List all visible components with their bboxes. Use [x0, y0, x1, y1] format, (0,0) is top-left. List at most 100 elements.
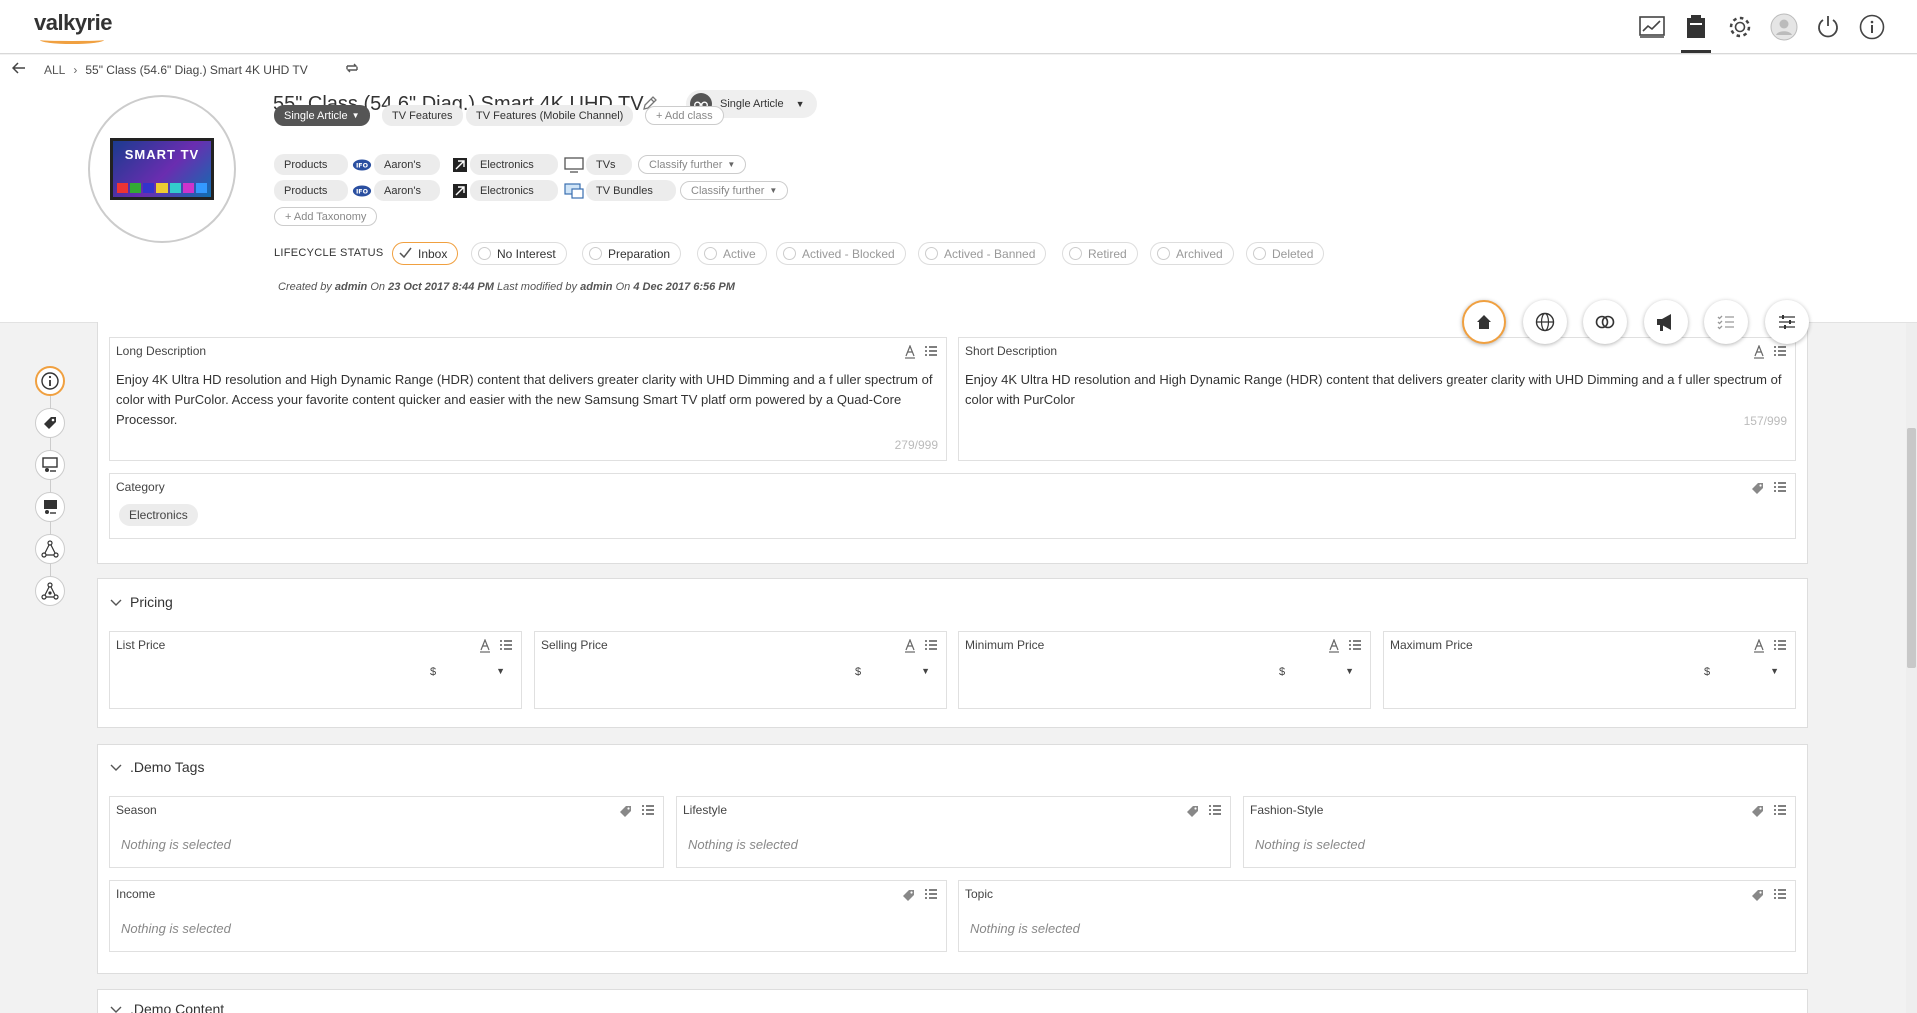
- currency-dropdown[interactable]: ▼: [921, 666, 930, 676]
- list-icon[interactable]: [1348, 639, 1362, 656]
- currency-dropdown[interactable]: ▼: [1345, 666, 1354, 676]
- list-icon[interactable]: [924, 639, 938, 656]
- home-tool-button[interactable]: [1462, 300, 1506, 344]
- lifecycle-status-active[interactable]: Active: [697, 242, 767, 265]
- lifecycle-status-deleted[interactable]: Deleted: [1246, 242, 1325, 265]
- tag-icon[interactable]: [1751, 804, 1765, 821]
- add-class-button[interactable]: + Add class: [645, 106, 724, 125]
- side-nav-relationships[interactable]: [35, 534, 65, 564]
- taxonomy-brand[interactable]: Aaron's: [374, 154, 440, 175]
- taxonomy-root[interactable]: Products: [274, 180, 348, 201]
- power-icon[interactable]: [1813, 12, 1843, 42]
- category-chip[interactable]: Electronics: [119, 504, 198, 526]
- add-taxonomy-button[interactable]: + Add Taxonomy: [274, 207, 378, 226]
- text-format-icon[interactable]: [1328, 638, 1340, 656]
- back-arrow-icon[interactable]: [11, 62, 26, 77]
- tag-icon[interactable]: [902, 888, 916, 905]
- lifecycle-status-archived[interactable]: Archived: [1150, 242, 1234, 265]
- text-format-icon[interactable]: [904, 638, 916, 656]
- lifecycle-status-actived-banned[interactable]: Actived - Banned: [918, 242, 1047, 265]
- currency-dropdown[interactable]: ▼: [496, 666, 505, 676]
- class-chip-primary[interactable]: Single Article ▼: [274, 105, 370, 126]
- megaphone-tool-button[interactable]: [1644, 300, 1688, 344]
- list-icon[interactable]: [499, 639, 513, 656]
- tag-icon[interactable]: [1186, 804, 1200, 821]
- classify-further-dropdown[interactable]: Classify further ▼: [638, 155, 747, 174]
- globe-tool-button[interactable]: [1523, 300, 1567, 344]
- text-format-icon[interactable]: [1753, 344, 1765, 362]
- taxonomy-category[interactable]: Electronics: [470, 154, 558, 175]
- checklist-tool-button[interactable]: [1704, 300, 1748, 344]
- text-format-icon[interactable]: [904, 344, 916, 362]
- radio-icon: [783, 247, 796, 260]
- class-chip[interactable]: TV Features: [382, 105, 463, 126]
- product-thumbnail[interactable]: SMART TV: [88, 95, 236, 243]
- income-field[interactable]: Income Nothing is selected: [109, 880, 947, 952]
- lifecycle-status-retired[interactable]: Retired: [1062, 242, 1138, 265]
- catalog-icon[interactable]: [1681, 12, 1711, 53]
- text-format-icon[interactable]: [479, 638, 491, 656]
- side-nav-info[interactable]: [35, 366, 65, 396]
- short-description-field[interactable]: Short Description Enjoy 4K Ultra HD reso…: [958, 337, 1796, 461]
- section-header[interactable]: Pricing: [110, 594, 173, 610]
- text-format-icon[interactable]: [1753, 638, 1765, 656]
- tag-icon[interactable]: [1751, 481, 1765, 498]
- side-nav-tag[interactable]: [35, 408, 65, 438]
- side-nav-presentation[interactable]: [35, 450, 65, 480]
- settings-icon[interactable]: [1725, 12, 1755, 42]
- created-by: admin: [334, 281, 368, 293]
- info-icon[interactable]: [1857, 12, 1887, 42]
- maximum-price-field[interactable]: Maximum Price $ ▼: [1383, 631, 1796, 709]
- taxonomy-brand[interactable]: Aaron's: [374, 180, 440, 201]
- app-logo[interactable]: valkyrie: [34, 10, 112, 36]
- list-icon[interactable]: [1773, 888, 1787, 905]
- taxonomy-leaf[interactable]: TVs: [586, 154, 632, 175]
- side-nav-hierarchy[interactable]: [35, 576, 65, 606]
- classify-further-dropdown[interactable]: Classify further ▼: [680, 181, 789, 200]
- taxonomy-root[interactable]: Products: [274, 154, 348, 175]
- radio-icon: [925, 247, 938, 260]
- tag-icon[interactable]: [1751, 888, 1765, 905]
- user-icon[interactable]: [1769, 12, 1799, 42]
- lifestyle-field[interactable]: Lifestyle Nothing is selected: [676, 796, 1231, 868]
- list-icon[interactable]: [1773, 804, 1787, 821]
- currency-dropdown[interactable]: ▼: [1770, 666, 1779, 676]
- scrollbar-track[interactable]: [1906, 323, 1917, 1013]
- class-chip[interactable]: TV Features (Mobile Channel): [466, 105, 634, 126]
- scrollbar-thumb[interactable]: [1907, 428, 1916, 668]
- list-icon[interactable]: [924, 345, 938, 362]
- lifecycle-status-preparation[interactable]: Preparation: [582, 242, 682, 265]
- fashion-style-field[interactable]: Fashion-Style Nothing is selected: [1243, 796, 1796, 868]
- brand-logo-icon: IFO: [352, 182, 372, 200]
- sliders-tool-button[interactable]: [1765, 300, 1809, 344]
- selling-price-field[interactable]: Selling Price $ ▼: [534, 631, 947, 709]
- dashboard-icon[interactable]: [1637, 12, 1667, 42]
- list-icon[interactable]: [1773, 345, 1787, 362]
- season-field[interactable]: Season Nothing is selected: [109, 796, 664, 868]
- minimum-price-field[interactable]: Minimum Price $ ▼: [958, 631, 1371, 709]
- list-icon[interactable]: [1773, 481, 1787, 498]
- category-field[interactable]: Category Electronics: [109, 473, 1796, 539]
- taxonomy-category[interactable]: Electronics: [470, 180, 558, 201]
- list-icon[interactable]: [641, 804, 655, 821]
- side-nav-media[interactable]: [35, 492, 65, 522]
- section-header[interactable]: .Demo Tags: [110, 759, 204, 775]
- svg-text:IFO: IFO: [356, 189, 369, 196]
- long-description-text[interactable]: Enjoy 4K Ultra HD resolution and High Dy…: [116, 370, 938, 430]
- long-description-field[interactable]: Long Description Enjoy 4K Ultra HD resol…: [109, 337, 947, 461]
- short-description-text[interactable]: Enjoy 4K Ultra HD resolution and High Dy…: [965, 370, 1787, 410]
- tag-icon[interactable]: [619, 804, 633, 821]
- lifecycle-status-inbox[interactable]: Inbox: [392, 242, 459, 265]
- lifecycle-status-actived-blocked[interactable]: Actived - Blocked: [776, 242, 906, 265]
- refresh-icon[interactable]: [344, 61, 360, 78]
- list-icon[interactable]: [1208, 804, 1222, 821]
- link-tool-button[interactable]: [1583, 300, 1627, 344]
- taxonomy-leaf[interactable]: TV Bundles: [586, 180, 676, 201]
- list-icon[interactable]: [1773, 639, 1787, 656]
- list-price-field[interactable]: List Price $ ▼: [109, 631, 522, 709]
- topic-field[interactable]: Topic Nothing is selected: [958, 880, 1796, 952]
- breadcrumb-all[interactable]: ALL: [44, 63, 65, 77]
- lifecycle-status-no-interest[interactable]: No Interest: [471, 242, 567, 265]
- list-icon[interactable]: [924, 888, 938, 905]
- section-header[interactable]: .Demo Content: [110, 1001, 224, 1013]
